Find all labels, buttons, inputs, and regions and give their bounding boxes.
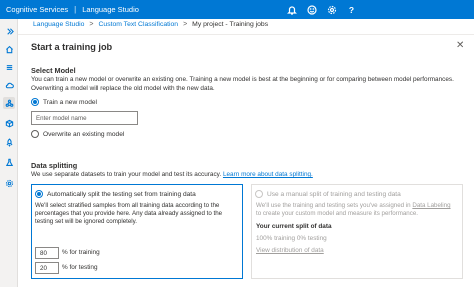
view-distribution-link[interactable]: View distribution of data [256, 247, 324, 254]
radio-disabled-icon[interactable] [255, 190, 263, 198]
manual-split-label: Use a manual split of training and testi… [267, 190, 401, 198]
radio-selected-icon[interactable] [31, 98, 39, 106]
help-icon[interactable]: ? [346, 4, 357, 15]
manual-split-text-after: to create your custom model and measure … [256, 210, 418, 218]
left-nav-rail [0, 19, 18, 287]
auto-split-radio[interactable]: Automatically split the testing set from… [35, 190, 196, 198]
training-percent-label: % for training [62, 249, 100, 256]
manual-split-radio[interactable]: Use a manual split of training and testi… [255, 190, 401, 198]
manual-split-text-before: We'll use the training and testing sets … [256, 202, 411, 209]
current-split-heading: Your current split of data [256, 223, 332, 230]
current-split-value: 100% training 0% testing [256, 235, 327, 242]
gear-icon[interactable] [326, 4, 337, 15]
box-icon[interactable] [3, 117, 15, 129]
select-model-description: You can train a new model or overwrite a… [31, 76, 454, 92]
manual-split-card[interactable] [251, 184, 463, 279]
breadcrumb-language-studio[interactable]: Language Studio [33, 21, 84, 28]
breadcrumb-chevron-icon: > [89, 21, 94, 28]
collapse-icon[interactable] [3, 25, 15, 37]
close-icon[interactable]: ✕ [456, 40, 464, 51]
title-separator: | [74, 5, 77, 14]
bell-icon[interactable] [286, 4, 297, 15]
auto-split-label: Automatically split the testing set from… [47, 190, 196, 198]
radio-unselected-icon[interactable] [31, 130, 39, 138]
panel-title: Start a training job [31, 42, 113, 52]
manual-split-description: We'll use the training and testing sets … [256, 202, 456, 218]
service-name[interactable]: Cognitive Services [6, 5, 68, 14]
rocket-icon[interactable] [3, 136, 15, 148]
home-icon[interactable] [3, 43, 15, 55]
cloud-icon[interactable] [3, 79, 15, 91]
model-icon[interactable] [3, 97, 15, 109]
model-name-input[interactable]: Enter model name [31, 111, 138, 125]
data-splitting-heading: Data splitting [31, 161, 78, 170]
train-new-model-label: Train a new model [43, 98, 97, 106]
train-new-model-radio[interactable]: Train a new model [31, 98, 97, 106]
list-icon[interactable] [3, 61, 15, 73]
data-splitting-text: We use separate datasets to train your m… [31, 171, 222, 178]
data-labeling-link[interactable]: Data Labeling [412, 202, 450, 209]
radio-selected-icon[interactable] [35, 190, 43, 198]
auto-split-description: We'll select stratified samples from all… [35, 202, 223, 226]
testing-percent-label: % for testing [62, 264, 98, 271]
testing-percent-input[interactable]: 20 [35, 262, 59, 274]
learn-more-link[interactable]: Learn more about data splitting. [223, 171, 313, 178]
settings-icon[interactable] [3, 177, 15, 189]
overwrite-model-label: Overwrite an existing model [43, 130, 125, 138]
top-bar: Cognitive Services | Language Studio ? [0, 0, 474, 19]
app-name[interactable]: Language Studio [82, 5, 139, 14]
breadcrumb: Language Studio > Custom Text Classifica… [33, 21, 268, 28]
breadcrumb-current-page: My project - Training jobs [192, 21, 269, 28]
flask-icon[interactable] [3, 156, 15, 168]
select-model-heading: Select Model [31, 66, 76, 75]
data-splitting-description: We use separate datasets to train your m… [31, 171, 471, 180]
breadcrumb-custom-text-classification[interactable]: Custom Text Classification [99, 21, 179, 28]
smiley-icon[interactable] [306, 4, 317, 15]
breadcrumb-chevron-icon: > [183, 21, 188, 28]
top-bar-icons: ? [277, 0, 474, 19]
training-percent-input[interactable]: 80 [35, 247, 59, 259]
overwrite-model-radio[interactable]: Overwrite an existing model [31, 130, 124, 138]
